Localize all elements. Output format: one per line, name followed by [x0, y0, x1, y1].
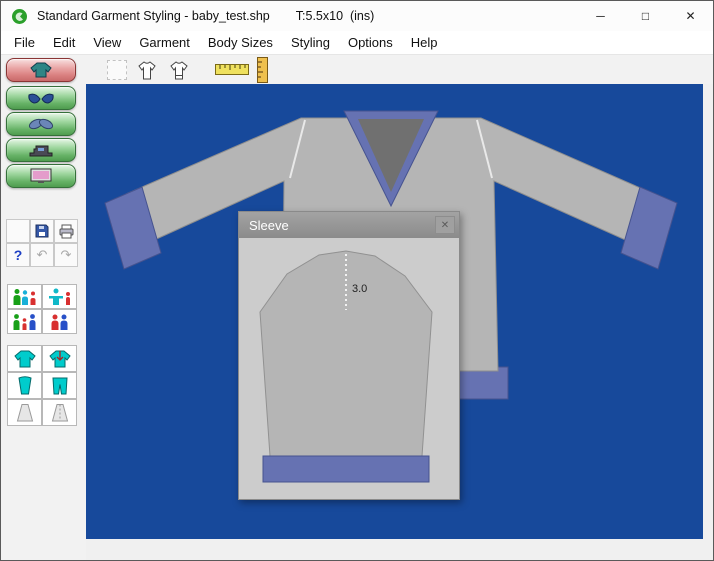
- menu-view[interactable]: View: [84, 35, 130, 50]
- menubar: File Edit View Garment Body Sizes Stylin…: [1, 31, 713, 55]
- sleeve-dialog-body: 3.0: [239, 238, 459, 499]
- horizontal-ruler-icon[interactable]: [215, 64, 249, 75]
- garment-tool-grid: [7, 345, 77, 426]
- drawing-canvas[interactable]: Sleeve ✕ 3.0: [86, 84, 703, 539]
- window-dims-label: T:5.5x10 (ins): [295, 9, 375, 23]
- family-icon: [13, 314, 35, 330]
- knit-top-marked-button[interactable]: [42, 345, 77, 372]
- blank-tool-slot: [6, 219, 30, 243]
- close-button[interactable]: ✕: [668, 1, 713, 31]
- undo-icon: ↶: [36, 247, 48, 262]
- toolbar: [1, 55, 713, 84]
- sweater-icon: [30, 62, 52, 78]
- maximize-button[interactable]: □: [623, 1, 668, 31]
- sleeve-cuff-band[interactable]: [262, 455, 430, 483]
- app-window: Standard Garment Styling - baby_test.shp…: [0, 0, 714, 561]
- menu-options[interactable]: Options: [339, 35, 402, 50]
- sleeve-pattern-drawing: 3.0: [259, 250, 433, 483]
- size-measure-button[interactable]: [42, 284, 77, 309]
- sleeve-dialog-close-button[interactable]: ✕: [435, 216, 455, 234]
- gray-skirt-icon: [16, 404, 33, 422]
- menu-styling[interactable]: Styling: [282, 35, 339, 50]
- print-button[interactable]: [54, 219, 78, 243]
- garment-style-button[interactable]: [6, 58, 76, 82]
- gray-skirt-lined-icon: [51, 404, 68, 422]
- person-measure-icon: [48, 288, 70, 305]
- collar-icon: [28, 93, 54, 104]
- sleeve-dialog-titlebar[interactable]: Sleeve ✕: [239, 212, 459, 238]
- skirt-piece-button[interactable]: [7, 399, 42, 426]
- sleeve-dialog: Sleeve ✕ 3.0: [238, 211, 460, 500]
- titlebar: Standard Garment Styling - baby_test.shp…: [1, 1, 713, 31]
- size-pair-button[interactable]: [42, 309, 77, 334]
- menu-garment[interactable]: Garment: [130, 35, 199, 50]
- cyan-sleeve-icon: [17, 376, 32, 395]
- size-family-button[interactable]: [7, 309, 42, 334]
- minimize-button[interactable]: ─: [578, 1, 623, 31]
- redo-button[interactable]: ↷: [54, 243, 78, 267]
- sleeve-measurement-value: 3.0: [352, 283, 367, 295]
- sleeve-icon: [28, 118, 54, 130]
- redo-icon: ↷: [60, 247, 72, 262]
- monitor-icon: [30, 168, 52, 183]
- file-tool-grid: ? ↶ ↷: [6, 219, 78, 267]
- sleeve-piece[interactable]: [259, 250, 433, 457]
- printer-icon: [59, 224, 73, 238]
- screen-preview-button[interactable]: [6, 164, 76, 188]
- body-size-tool-grid: [7, 284, 77, 334]
- save-button[interactable]: [30, 219, 54, 243]
- skirt-piece-lined-button[interactable]: [42, 399, 77, 426]
- people-group-icon: [13, 289, 35, 305]
- undo-button[interactable]: ↶: [30, 243, 54, 267]
- hem-style-button[interactable]: [6, 138, 76, 162]
- sidebar: ? ↶ ↷: [1, 55, 86, 560]
- window-title: Standard Garment Styling - baby_test.shp: [37, 9, 270, 23]
- window-controls: ─ □ ✕: [578, 1, 713, 31]
- vertical-ruler-icon[interactable]: [257, 56, 268, 83]
- garment-outline-icon[interactable]: [135, 59, 159, 81]
- sleeve-style-button[interactable]: [6, 112, 76, 136]
- knit-top-button[interactable]: [7, 345, 42, 372]
- menu-edit[interactable]: Edit: [44, 35, 84, 50]
- floppy-icon: [35, 224, 49, 238]
- size-group-button[interactable]: [7, 284, 42, 309]
- help-button[interactable]: ?: [6, 243, 30, 267]
- collar-style-button[interactable]: [6, 86, 76, 110]
- help-icon: ?: [13, 247, 23, 263]
- app-icon: [11, 8, 28, 25]
- cyan-top-icon: [13, 350, 36, 368]
- sleeve-dialog-title: Sleeve: [249, 217, 289, 233]
- selection-rect-icon[interactable]: [107, 59, 127, 80]
- menu-body-sizes[interactable]: Body Sizes: [199, 35, 282, 50]
- cyan-pants-icon: [51, 377, 68, 395]
- cyan-top-arrow-icon: [48, 350, 71, 368]
- garment-trim-outline-icon[interactable]: [167, 59, 191, 81]
- hem-machine-icon: [29, 145, 53, 156]
- menu-file[interactable]: File: [5, 35, 44, 50]
- menu-help[interactable]: Help: [402, 35, 447, 50]
- pants-piece-button[interactable]: [42, 372, 77, 399]
- sleeve-piece-button[interactable]: [7, 372, 42, 399]
- people-pair-icon: [51, 314, 67, 330]
